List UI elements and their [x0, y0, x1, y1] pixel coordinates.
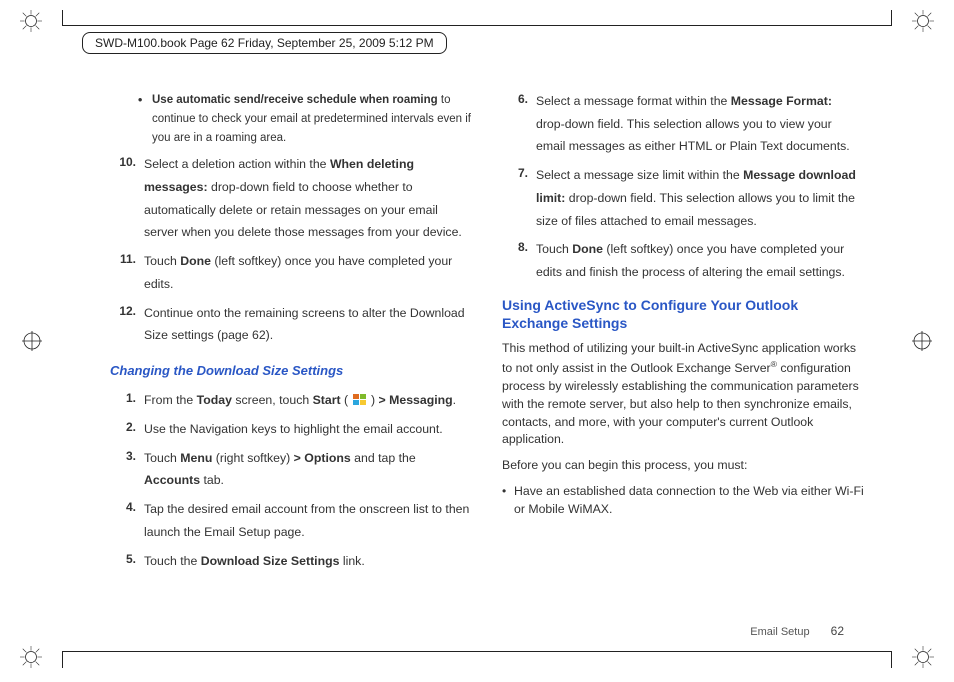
corner-mark-icon	[912, 646, 934, 668]
section-heading: Using ActiveSync to Configure Your Outlo…	[502, 296, 864, 332]
item-number: 5.	[110, 550, 144, 573]
item-body: Touch Menu (right softkey) > Options and…	[144, 447, 472, 492]
list-item: 2. Use the Navigation keys to highlight …	[110, 418, 472, 441]
item-body: Use the Navigation keys to highlight the…	[144, 418, 472, 441]
item-number: 11.	[110, 250, 144, 295]
list-item: 3. Touch Menu (right softkey) > Options …	[110, 447, 472, 492]
bullet-item: • Use automatic send/receive schedule wh…	[152, 90, 472, 147]
crop-tick	[891, 652, 892, 668]
item-number: 1.	[110, 389, 144, 412]
registration-mark-icon	[912, 331, 932, 351]
right-column: 6. Select a message format within the Me…	[502, 90, 864, 622]
item-body: Touch Done (left softkey) once you have …	[536, 238, 864, 283]
item-number: 4.	[110, 498, 144, 543]
item-body: Touch Done (left softkey) once you have …	[144, 250, 472, 295]
crop-tick	[62, 652, 63, 668]
item-number: 12.	[110, 302, 144, 347]
corner-mark-icon	[20, 10, 42, 32]
footer-section: Email Setup	[750, 626, 809, 638]
crop-tick	[62, 10, 63, 26]
paragraph: This method of utilizing your built-in A…	[502, 340, 864, 449]
crop-tick	[891, 10, 892, 26]
list-item: 5. Touch the Download Size Settings link…	[110, 550, 472, 573]
item-number: 7.	[502, 164, 536, 232]
paragraph: Before you can begin this process, you m…	[502, 457, 864, 475]
list-item: 11. Touch Done (left softkey) once you h…	[110, 250, 472, 295]
item-number: 10.	[110, 153, 144, 244]
item-body: Continue onto the remaining screens to a…	[144, 302, 472, 347]
subheading: Changing the Download Size Settings	[110, 361, 472, 381]
item-number: 8.	[502, 238, 536, 283]
list-item: 8. Touch Done (left softkey) once you ha…	[502, 238, 864, 283]
left-column: • Use automatic send/receive schedule wh…	[110, 90, 472, 622]
bullet-text: Use automatic send/receive schedule when…	[152, 94, 471, 144]
item-body: Select a deletion action within the When…	[144, 153, 472, 244]
item-number: 6.	[502, 90, 536, 158]
list-item: 6. Select a message format within the Me…	[502, 90, 864, 158]
item-number: 3.	[110, 447, 144, 492]
corner-mark-icon	[912, 10, 934, 32]
windows-start-icon	[352, 392, 368, 406]
book-header: SWD-M100.book Page 62 Friday, September …	[82, 32, 447, 54]
page-number: 62	[831, 624, 844, 638]
item-body: Tap the desired email account from the o…	[144, 498, 472, 543]
item-body: From the Today screen, touch Start ( ) >…	[144, 389, 472, 412]
list-item: 7. Select a message size limit within th…	[502, 164, 864, 232]
list-item: 10. Select a deletion action within the …	[110, 153, 472, 244]
list-item: 1. From the Today screen, touch Start ( …	[110, 389, 472, 412]
registration-mark-icon	[22, 331, 42, 351]
item-body: Touch the Download Size Settings link.	[144, 550, 472, 573]
item-body: Select a message format within the Messa…	[536, 90, 864, 158]
page-body: • Use automatic send/receive schedule wh…	[110, 90, 864, 622]
list-item: 12. Continue onto the remaining screens …	[110, 302, 472, 347]
list-item: 4. Tap the desired email account from th…	[110, 498, 472, 543]
page-footer: Email Setup 62	[750, 624, 844, 638]
bullet-item: Have an established data connection to t…	[502, 483, 864, 519]
corner-mark-icon	[20, 646, 42, 668]
item-number: 2.	[110, 418, 144, 441]
item-body: Select a message size limit within the M…	[536, 164, 864, 232]
